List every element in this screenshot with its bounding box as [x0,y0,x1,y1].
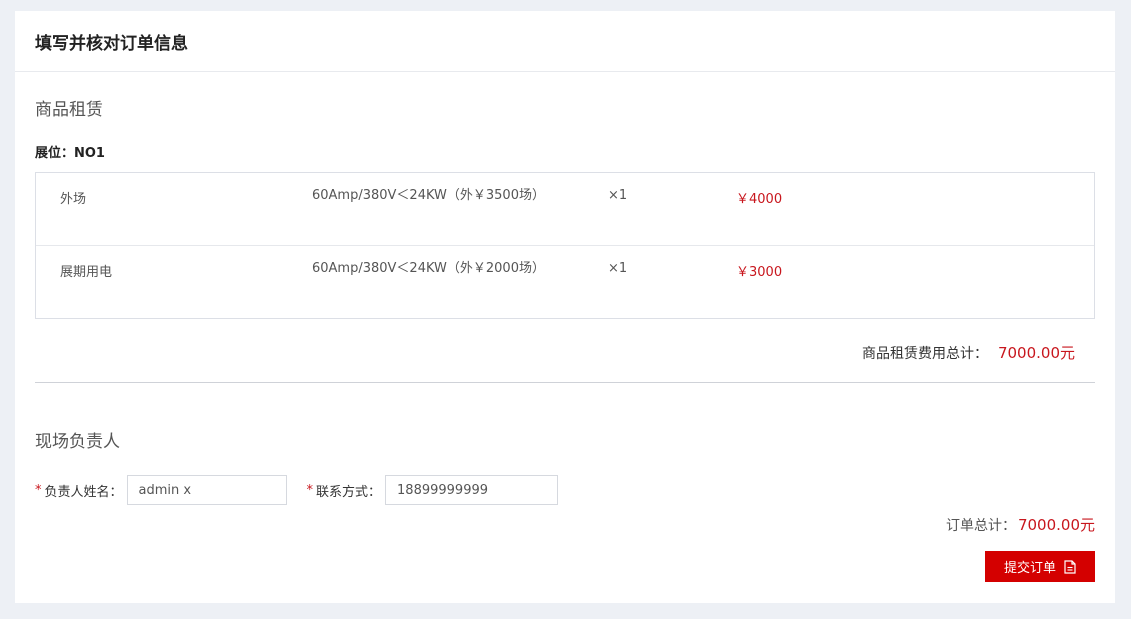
order-total-value: 7000.00元 [1017,516,1095,534]
order-total: 订单总计： 7000.00元 [946,514,1095,535]
table-row: 外场 60Amp/380V＜24KW（外￥3500场） ×1 ￥4000 [36,173,1094,245]
order-card: 填写并核对订单信息 商品租赁 展位：NO1 外场 60Amp/380V＜24KW… [15,11,1115,603]
submit-order-button[interactable]: 提交订单 [985,551,1095,582]
name-field-label: 负责人姓名： [44,484,123,500]
required-mark: * [306,482,314,498]
contact-name-input[interactable]: admin x [126,475,287,505]
contact-form-row: * 负责人姓名： admin x * 联系方式： 18899999999 [35,475,559,505]
required-mark: * [35,482,42,498]
item-name: 外场 [60,192,87,207]
rental-items-table: 外场 60Amp/380V＜24KW（外￥3500场） ×1 ￥4000 展期用… [35,172,1095,319]
card-header: 填写并核对订单信息 [15,11,1115,72]
card-title: 填写并核对订单信息 [35,33,188,54]
subtotal-label: 商品租赁费用总计： [861,346,988,362]
contact-section-title: 现场负责人 [35,432,120,452]
subtotal-value: 7000.00元 [997,344,1075,362]
item-quantity: ×1 [608,188,628,203]
order-total-label: 订单总计： [945,518,1016,534]
section-divider [35,382,1095,383]
rental-subtotal: 商品租赁费用总计： 7000.00元 [862,342,1075,363]
table-row: 展期用电 60Amp/380V＜24KW（外￥2000场） ×1 ￥3000 [36,245,1094,318]
contact-phone-input[interactable]: 18899999999 [385,475,559,505]
document-icon [1064,559,1076,574]
item-spec: 60Amp/380V＜24KW（外￥3500场） [312,188,545,203]
phone-field-label: 联系方式： [316,484,382,500]
item-price: ￥4000 [736,192,783,207]
rental-section-title: 商品租赁 [35,100,103,120]
booth-label: 展位：NO1 [35,146,105,161]
item-price: ￥3000 [736,265,783,280]
item-quantity: ×1 [608,261,628,276]
item-name: 展期用电 [60,265,113,280]
submit-order-label: 提交订单 [1003,560,1056,575]
item-spec: 60Amp/380V＜24KW（外￥2000场） [312,261,545,276]
